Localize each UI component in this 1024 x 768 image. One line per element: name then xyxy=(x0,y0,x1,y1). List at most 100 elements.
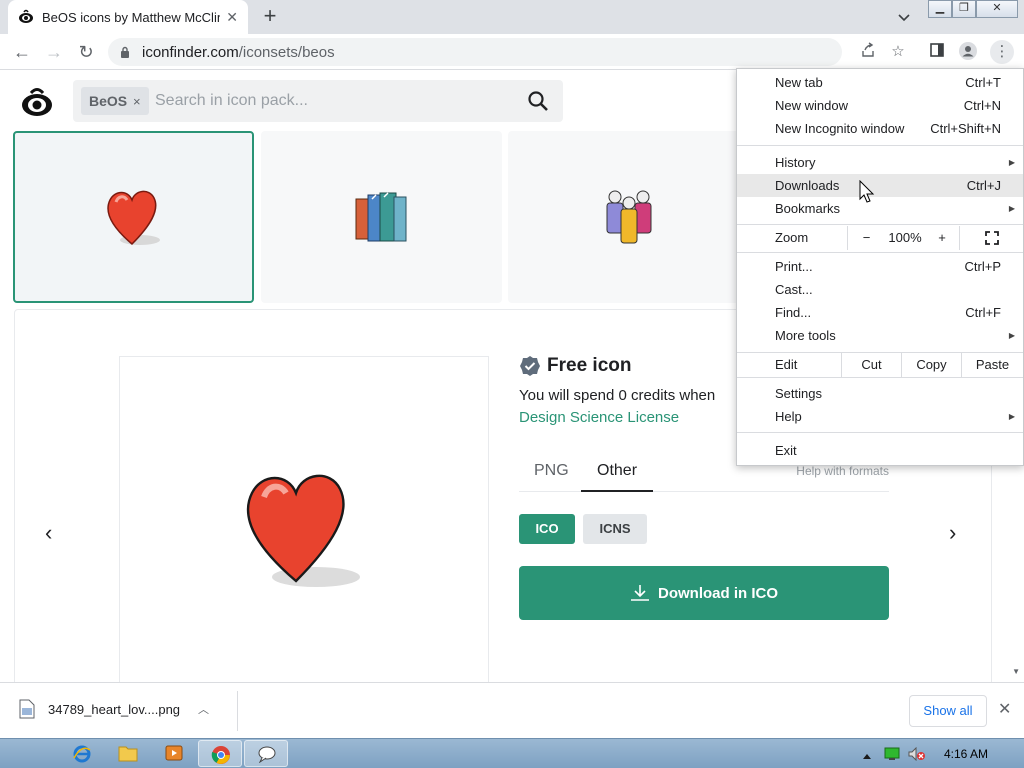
zoom-in-button[interactable]: + xyxy=(925,226,959,250)
volume-muted-icon[interactable] xyxy=(908,746,926,766)
edit-cut-button[interactable]: Cut xyxy=(841,353,901,377)
icon-search-bar[interactable]: BeOS × Search in icon pack... xyxy=(73,80,563,122)
download-shelf: 34789_heart_lov....png ︿ Show all ✕ xyxy=(0,682,1024,738)
taskbar-ie[interactable] xyxy=(60,740,104,767)
submenu-arrow-icon: ▶ xyxy=(1008,158,1015,167)
chrome-main-menu: New tab Ctrl+T New window Ctrl+N New Incog… xyxy=(736,68,1024,466)
books-icon xyxy=(355,192,406,242)
back-arrow-icon[interactable]: ← xyxy=(10,40,34,64)
chip-remove-icon[interactable]: × xyxy=(133,94,141,109)
iconfinder-favicon-icon xyxy=(19,9,33,23)
tab-title: BeOS icons by Matthew McClintock xyxy=(42,9,220,25)
start-button[interactable] xyxy=(0,739,56,768)
chat-bubble-icon xyxy=(258,746,276,763)
tab-strip: BeOS icons by Matthew McClintock ✕ + ▁ ❐… xyxy=(0,0,1024,34)
previous-arrow-icon[interactable]: ‹ xyxy=(45,520,52,546)
tab-png[interactable]: PNG xyxy=(534,462,569,480)
reload-icon[interactable]: ↻ xyxy=(74,40,98,64)
chevron-up-icon[interactable]: ︿ xyxy=(198,701,209,717)
heart-icon xyxy=(247,474,360,587)
profile-avatar-icon[interactable] xyxy=(958,42,978,62)
window-close-button[interactable]: ✕ xyxy=(976,0,1018,18)
zoom-out-button[interactable]: − xyxy=(847,226,885,250)
format-ico-button[interactable]: ICO xyxy=(519,514,575,544)
verified-badge-icon xyxy=(520,356,540,376)
next-arrow-icon[interactable]: › xyxy=(949,520,956,546)
search-placeholder: Search in icon pack... xyxy=(155,92,308,109)
format-icns-button[interactable]: ICNS xyxy=(583,514,647,544)
tab-other[interactable]: Other xyxy=(581,462,654,492)
scroll-down-arrow-icon[interactable]: ▼ xyxy=(1012,667,1020,676)
people-group-icon xyxy=(606,190,651,244)
iconset-filter-chip[interactable]: BeOS × xyxy=(81,87,149,115)
license-link[interactable]: Design Science License xyxy=(519,409,679,426)
taskbar-chat[interactable] xyxy=(244,740,288,767)
submenu-arrow-icon: ▶ xyxy=(1008,412,1015,421)
mouse-cursor-icon xyxy=(859,180,875,203)
restore-button[interactable]: ❐ xyxy=(952,0,976,18)
forward-arrow-icon[interactable]: → xyxy=(42,40,66,64)
bookmark-star-icon[interactable]: ☆ xyxy=(888,42,908,62)
taskbar-media-player[interactable] xyxy=(152,740,196,767)
zoom-level: 100% xyxy=(888,230,922,245)
credits-text: You will spend 0 credits when xyxy=(519,387,716,404)
shelf-close-icon[interactable]: ✕ xyxy=(998,699,1011,719)
download-item[interactable]: 34789_heart_lov....png ︿ xyxy=(18,699,209,719)
help-formats-link[interactable]: Help with formats xyxy=(796,464,889,478)
edit-paste-button[interactable]: Paste xyxy=(961,353,1023,377)
address-bar[interactable]: iconfinder.com/iconsets/beos xyxy=(108,38,842,66)
menu-edit-row: Edit Cut Copy Paste xyxy=(737,353,1023,377)
menu-item-cast[interactable]: Cast... xyxy=(737,278,1023,301)
tab-close-icon[interactable]: ✕ xyxy=(226,9,238,26)
menu-item-settings[interactable]: Settings xyxy=(737,382,1023,405)
browser-toolbar: ← → ↻ iconfinder.com/iconsets/beos ☆ ⋮ xyxy=(0,34,1024,70)
menu-item-new-tab[interactable]: New tab Ctrl+T xyxy=(737,71,1023,94)
fullscreen-icon[interactable] xyxy=(959,226,1023,250)
menu-item-more-tools[interactable]: More tools ▶ xyxy=(737,324,1023,347)
new-tab-button[interactable]: + xyxy=(258,5,282,29)
download-button[interactable]: Download in ICO xyxy=(519,566,889,620)
windows-taskbar: 4:16 AM xyxy=(0,738,1024,768)
network-icon[interactable] xyxy=(884,747,900,766)
share-icon[interactable] xyxy=(858,42,878,62)
minimize-button[interactable]: ▁ xyxy=(928,0,952,18)
file-icon xyxy=(19,699,35,719)
taskbar-explorer[interactable] xyxy=(106,740,150,767)
menu-item-print[interactable]: Print... Ctrl+P xyxy=(737,255,1023,278)
menu-separator xyxy=(737,145,1023,146)
menu-separator xyxy=(737,224,1023,225)
side-panel-icon[interactable] xyxy=(927,42,947,62)
thumb-books[interactable] xyxy=(261,131,502,303)
tray-expand-icon[interactable] xyxy=(862,747,872,765)
menu-item-help[interactable]: Help ▶ xyxy=(737,405,1023,428)
thumb-people[interactable] xyxy=(508,131,749,303)
tab-search-chevron-icon[interactable] xyxy=(894,8,914,28)
menu-separator xyxy=(737,377,1023,378)
download-icon xyxy=(631,585,649,601)
folder-icon xyxy=(118,746,138,762)
url-text: iconfinder.com/iconsets/beos xyxy=(142,43,335,61)
browser-tab[interactable]: BeOS icons by Matthew McClintock ✕ xyxy=(8,0,248,34)
icon-preview xyxy=(119,356,489,682)
menu-zoom-row: Zoom − 100% + xyxy=(737,226,1023,250)
edit-copy-button[interactable]: Copy xyxy=(901,353,961,377)
menu-separator xyxy=(737,252,1023,253)
menu-item-history[interactable]: History ▶ xyxy=(737,151,1023,174)
menu-item-find[interactable]: Find... Ctrl+F xyxy=(737,301,1023,324)
menu-item-new-window[interactable]: New window Ctrl+N xyxy=(737,94,1023,117)
thumb-heart[interactable] xyxy=(13,131,254,303)
menu-item-exit[interactable]: Exit xyxy=(737,439,1023,462)
lock-icon xyxy=(121,46,129,58)
show-all-button[interactable]: Show all xyxy=(909,695,987,727)
menu-item-bookmarks[interactable]: Bookmarks ▶ xyxy=(737,197,1023,220)
chrome-menu-kebab-icon[interactable]: ⋮ xyxy=(990,40,1014,64)
menu-item-new-incognito[interactable]: New Incognito window Ctrl+Shift+N xyxy=(737,117,1023,140)
search-icon[interactable] xyxy=(527,90,549,112)
iconfinder-logo-icon[interactable] xyxy=(20,85,54,119)
menu-separator xyxy=(737,432,1023,433)
taskbar-chrome[interactable] xyxy=(198,740,242,767)
menu-item-downloads[interactable]: Downloads Ctrl+J xyxy=(737,174,1023,197)
heart-icon xyxy=(106,190,160,246)
internet-explorer-icon xyxy=(73,745,91,763)
taskbar-clock[interactable]: 4:16 AM xyxy=(944,747,988,761)
